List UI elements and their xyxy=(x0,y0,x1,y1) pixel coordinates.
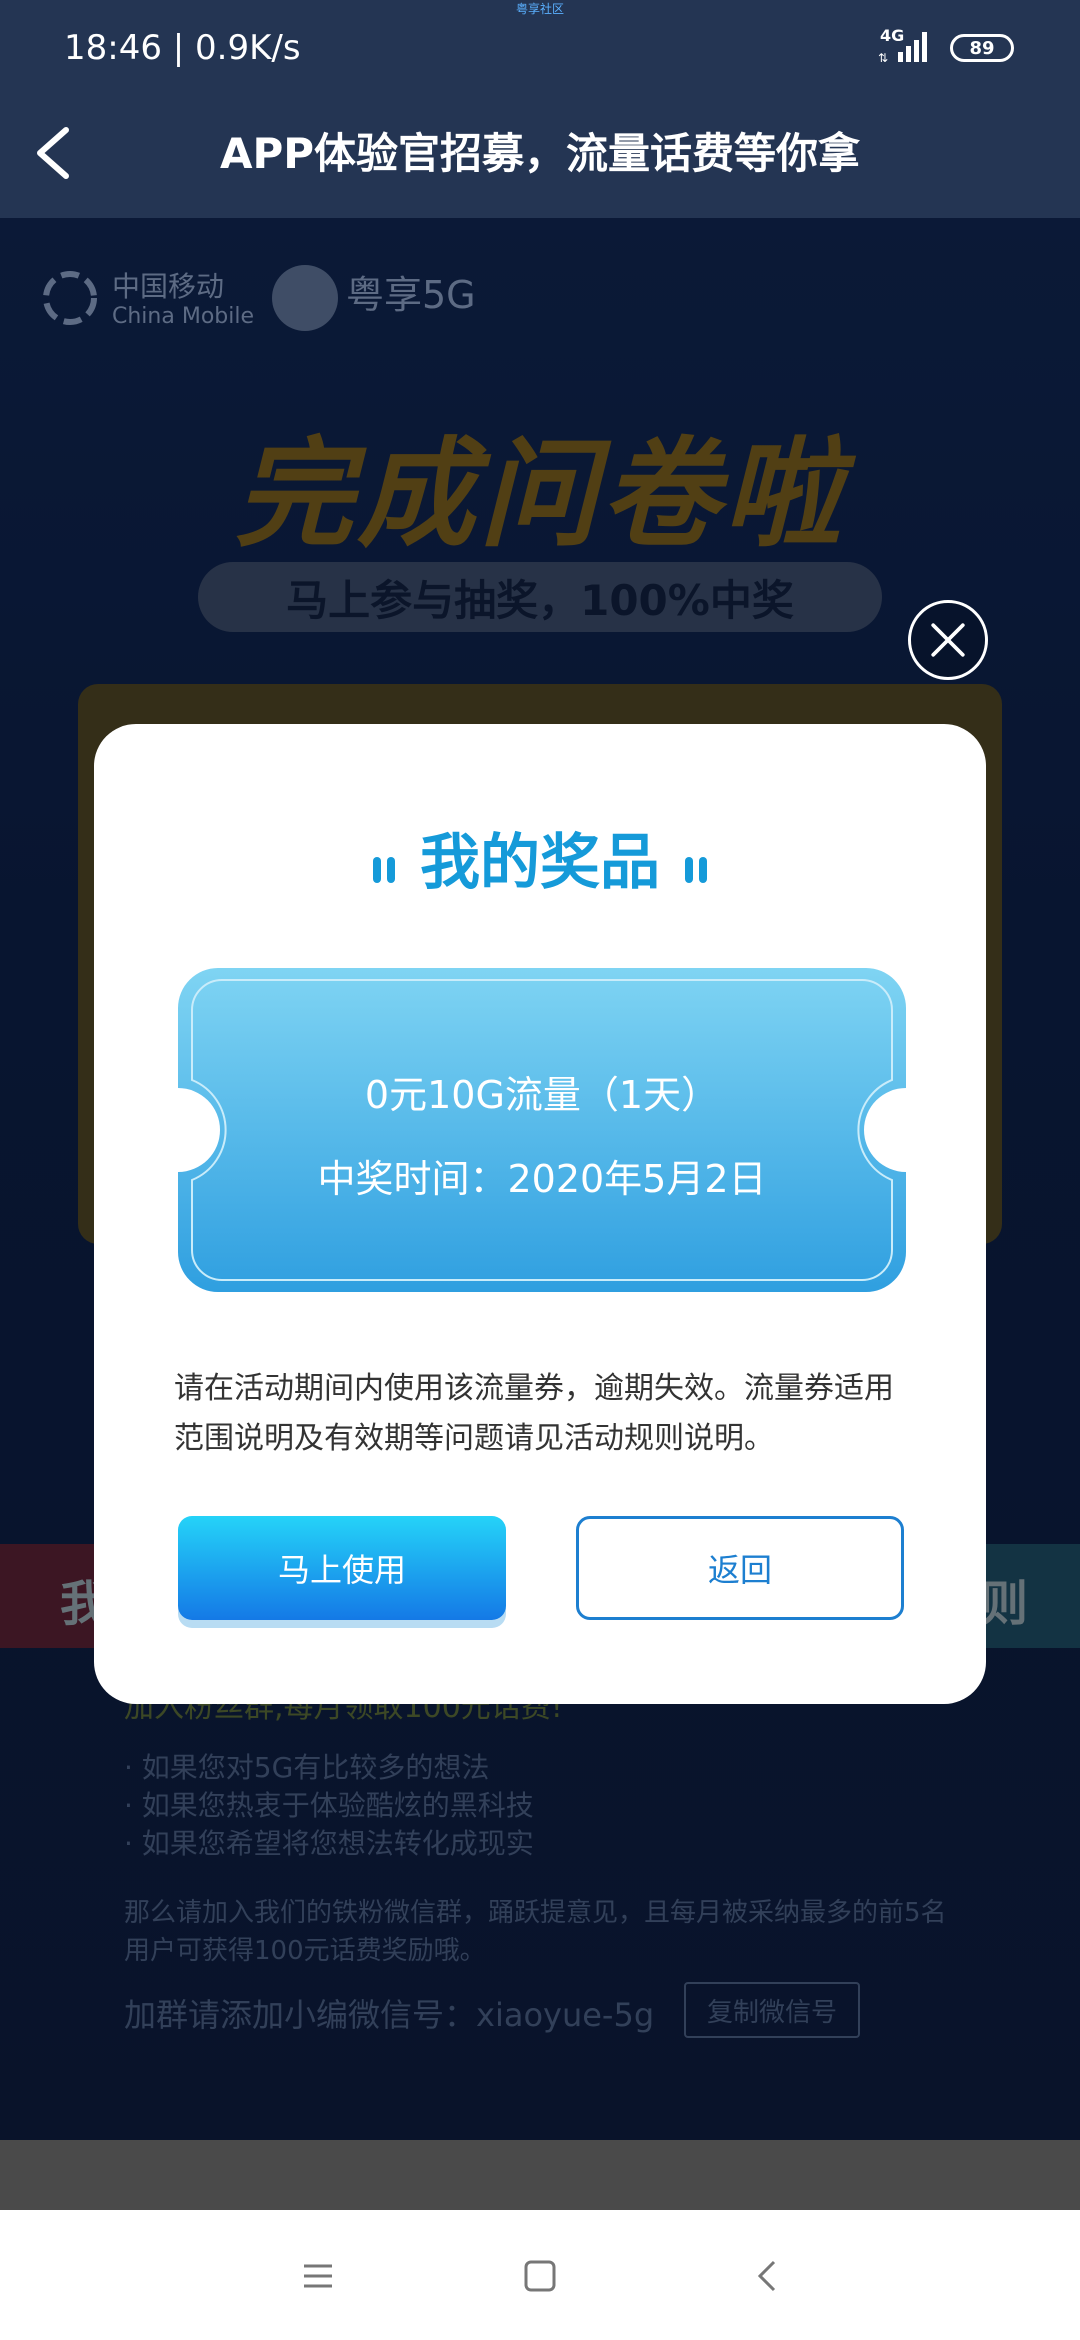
return-button[interactable]: 返回 xyxy=(576,1516,904,1620)
title-deco-right-icon xyxy=(682,831,710,901)
title-deco-left-icon xyxy=(370,831,398,901)
use-now-button[interactable]: 马上使用 xyxy=(178,1516,506,1620)
home-icon[interactable] xyxy=(520,2256,560,2296)
close-icon[interactable] xyxy=(908,600,988,680)
menu-icon[interactable] xyxy=(298,2256,338,2296)
status-bar: 粤享社区 18:46 | 0.9K/s 4G ⇅ 89 xyxy=(0,0,1080,90)
status-app-label: 粤享社区 xyxy=(515,2,564,16)
battery-icon: 89 xyxy=(950,34,1014,62)
navigation-bar xyxy=(0,2210,1080,2340)
coupon-shape-icon xyxy=(178,968,906,1292)
page-title: APP体验官招募，流量话费等你拿 xyxy=(219,129,861,178)
signal-icon: ⇅ xyxy=(878,32,927,65)
prize-description: 请在活动期间内使用该流量券，逾期失效。流量券适用范围说明及有效期等问题请见活动规… xyxy=(174,1371,894,1456)
screen: 粤享社区 18:46 | 0.9K/s 4G ⇅ 89 APP体验官招募，流量话… xyxy=(0,0,1080,2340)
prize-dialog: 我的奖品 0元10G流量（1天） 中奖时间：2020年5月2日 请在活动期间内使… xyxy=(94,724,986,1704)
prize-time: 中奖时间：2020年5月2日 xyxy=(317,1157,767,1201)
title-bar: APP体验官招募，流量话费等你拿 xyxy=(0,90,1080,218)
prize-name: 0元10G流量（1天） xyxy=(364,1073,720,1117)
back-nav-icon[interactable] xyxy=(748,2256,788,2296)
dialog-title: 我的奖品 xyxy=(94,814,986,901)
bottom-strip xyxy=(0,2140,1080,2210)
battery-level: 89 xyxy=(969,37,995,59)
status-time: 18:46 | 0.9K/s xyxy=(64,28,301,68)
dialog-title-text: 我的奖品 xyxy=(420,828,660,898)
svg-text:⇅: ⇅ xyxy=(878,51,888,65)
prize-coupon: 0元10G流量（1天） 中奖时间：2020年5月2日 xyxy=(178,968,906,1292)
